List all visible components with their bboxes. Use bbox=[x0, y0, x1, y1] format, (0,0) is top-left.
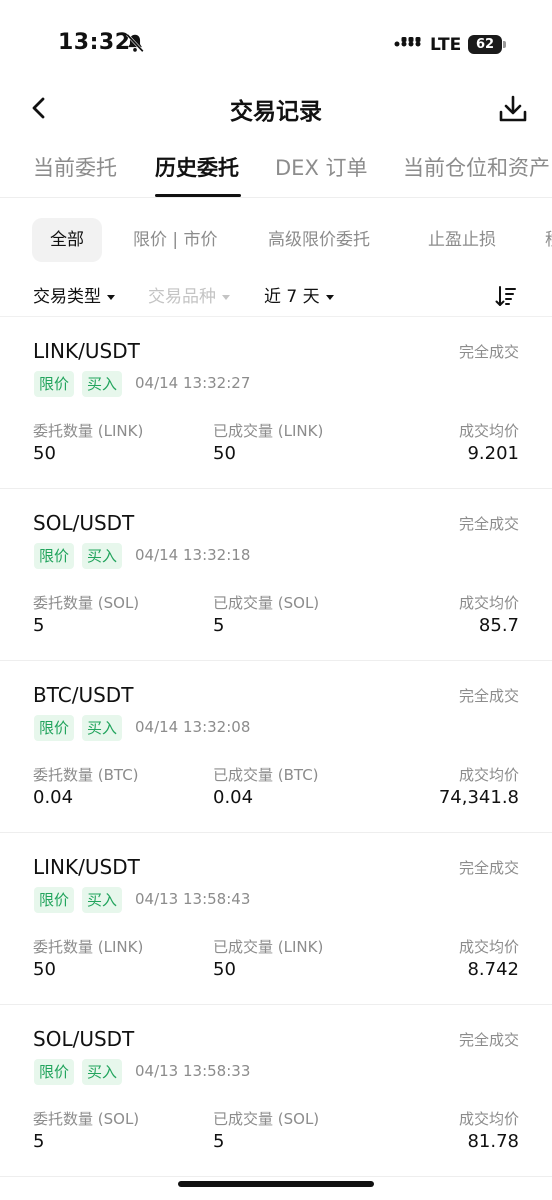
order-pair: SOL/USDT bbox=[33, 511, 135, 535]
signal-icon bbox=[394, 37, 421, 47]
filled-qty-label: 已成交量 (BTC) bbox=[213, 766, 319, 784]
order-item[interactable]: LINK/USDT 完全成交 限价 买入 04/14 13:32:27 委托数量… bbox=[0, 317, 552, 489]
page-title: 交易记录 bbox=[230, 99, 322, 125]
active-tab-indicator bbox=[155, 194, 241, 197]
filled-qty-value: 5 bbox=[213, 1131, 225, 1152]
order-status: 完全成交 bbox=[458, 515, 519, 533]
order-pair: BTC/USDT bbox=[33, 683, 134, 707]
caret-down-icon bbox=[107, 294, 115, 300]
order-side-tag: 买入 bbox=[82, 887, 123, 913]
order-pair: LINK/USDT bbox=[33, 339, 140, 363]
order-pair: SOL/USDT bbox=[33, 1027, 135, 1051]
order-item[interactable]: SOL/USDT 完全成交 限价 买入 04/14 13:32:18 委托数量 … bbox=[0, 489, 552, 661]
chip-more[interactable]: 移 bbox=[545, 218, 552, 262]
tab-positions-assets[interactable]: 当前仓位和资产 bbox=[403, 152, 550, 182]
filled-qty-label: 已成交量 (SOL) bbox=[213, 1110, 320, 1128]
instrument-dropdown[interactable]: 交易品种 bbox=[148, 282, 230, 307]
filled-qty-value: 50 bbox=[213, 959, 236, 980]
status-bar: 13:32 LTE 62 bbox=[0, 0, 552, 90]
nav-header: 交易记录 bbox=[0, 84, 552, 132]
tab-order-history[interactable]: 历史委托 bbox=[155, 152, 239, 182]
order-time: 04/13 13:58:43 bbox=[135, 890, 251, 908]
tab-current-orders[interactable]: 当前委托 bbox=[33, 152, 117, 182]
battery-icon: 62 bbox=[468, 35, 502, 54]
order-time: 04/14 13:32:27 bbox=[135, 374, 251, 392]
order-qty-value: 50 bbox=[33, 443, 56, 464]
avg-price-value: 81.78 bbox=[467, 1131, 519, 1152]
order-qty-value: 0.04 bbox=[33, 787, 74, 808]
order-type-chips: 全部 限价 | 市价 高级限价委托 止盈止损 移 bbox=[0, 218, 552, 262]
order-type-tag: 限价 bbox=[34, 887, 75, 913]
order-type-tag: 限价 bbox=[34, 543, 75, 569]
chip-advanced-limit[interactable]: 高级限价委托 bbox=[268, 218, 370, 262]
filled-qty-value: 50 bbox=[213, 443, 236, 464]
caret-down-icon bbox=[325, 294, 334, 300]
filled-qty-label: 已成交量 (SOL) bbox=[213, 594, 320, 612]
chip-tp-sl[interactable]: 止盈止损 bbox=[428, 218, 496, 262]
order-type-tag: 限价 bbox=[34, 371, 75, 397]
order-list: LINK/USDT 完全成交 限价 买入 04/14 13:32:27 委托数量… bbox=[0, 317, 552, 1177]
order-time: 04/14 13:32:18 bbox=[135, 546, 251, 564]
avg-price-value: 85.7 bbox=[478, 615, 519, 636]
tab-dex-orders[interactable]: DEX 订单 bbox=[275, 152, 368, 182]
chip-all[interactable]: 全部 bbox=[32, 218, 102, 262]
network-label: LTE bbox=[430, 35, 462, 55]
filled-qty-value: 5 bbox=[213, 615, 225, 636]
order-qty-value: 5 bbox=[33, 1131, 45, 1152]
order-side-tag: 买入 bbox=[82, 1059, 123, 1085]
order-qty-label: 委托数量 (SOL) bbox=[33, 1110, 140, 1128]
avg-price-label: 成交均价 bbox=[458, 422, 519, 440]
avg-price-value: 9.201 bbox=[467, 443, 519, 464]
avg-price-value: 74,341.8 bbox=[438, 787, 519, 808]
main-tabs: 当前委托 历史委托 DEX 订单 当前仓位和资产 bbox=[0, 148, 552, 198]
caret-down-icon bbox=[222, 294, 230, 300]
battery-tip bbox=[503, 41, 506, 48]
filled-qty-value: 0.04 bbox=[213, 787, 254, 808]
order-qty-label: 委托数量 (LINK) bbox=[33, 422, 144, 440]
order-item[interactable]: SOL/USDT 完全成交 限价 买入 04/13 13:58:33 委托数量 … bbox=[0, 1005, 552, 1177]
filled-qty-label: 已成交量 (LINK) bbox=[213, 938, 324, 956]
period-dropdown[interactable]: 近 7 天 bbox=[264, 282, 334, 307]
avg-price-label: 成交均价 bbox=[458, 594, 519, 612]
order-qty-value: 5 bbox=[33, 615, 45, 636]
avg-price-label: 成交均价 bbox=[458, 1110, 519, 1128]
trade-type-label: 交易类型 bbox=[33, 287, 101, 307]
filled-qty-label: 已成交量 (LINK) bbox=[213, 422, 324, 440]
instrument-label: 交易品种 bbox=[148, 287, 216, 307]
home-indicator[interactable] bbox=[178, 1181, 374, 1187]
chip-limit-market[interactable]: 限价 | 市价 bbox=[133, 218, 218, 262]
order-item[interactable]: LINK/USDT 完全成交 限价 买入 04/13 13:58:43 委托数量… bbox=[0, 833, 552, 1005]
order-time: 04/13 13:58:33 bbox=[135, 1062, 251, 1080]
avg-price-label: 成交均价 bbox=[458, 766, 519, 784]
order-status: 完全成交 bbox=[458, 1031, 519, 1049]
status-time: 13:32 bbox=[58, 30, 131, 55]
order-status: 完全成交 bbox=[458, 859, 519, 877]
order-qty-label: 委托数量 (SOL) bbox=[33, 594, 140, 612]
order-side-tag: 买入 bbox=[82, 543, 123, 569]
order-qty-label: 委托数量 (BTC) bbox=[33, 766, 139, 784]
avg-price-value: 8.742 bbox=[467, 959, 519, 980]
order-status: 完全成交 bbox=[458, 343, 519, 361]
order-side-tag: 买入 bbox=[82, 371, 123, 397]
order-item[interactable]: BTC/USDT 完全成交 限价 买入 04/14 13:32:08 委托数量 … bbox=[0, 661, 552, 833]
download-icon[interactable] bbox=[498, 94, 528, 124]
order-time: 04/14 13:32:08 bbox=[135, 718, 251, 736]
order-type-tag: 限价 bbox=[34, 1059, 75, 1085]
order-qty-value: 50 bbox=[33, 959, 56, 980]
trade-type-dropdown[interactable]: 交易类型 bbox=[33, 282, 115, 307]
order-status: 完全成交 bbox=[458, 687, 519, 705]
order-pair: LINK/USDT bbox=[33, 855, 140, 879]
filter-bar: 交易类型 交易品种 近 7 天 bbox=[0, 280, 552, 312]
sort-icon[interactable] bbox=[494, 284, 518, 308]
period-label: 近 7 天 bbox=[264, 287, 320, 307]
bell-mute-icon bbox=[126, 33, 144, 53]
order-qty-label: 委托数量 (LINK) bbox=[33, 938, 144, 956]
avg-price-label: 成交均价 bbox=[458, 938, 519, 956]
order-side-tag: 买入 bbox=[82, 715, 123, 741]
order-type-tag: 限价 bbox=[34, 715, 75, 741]
